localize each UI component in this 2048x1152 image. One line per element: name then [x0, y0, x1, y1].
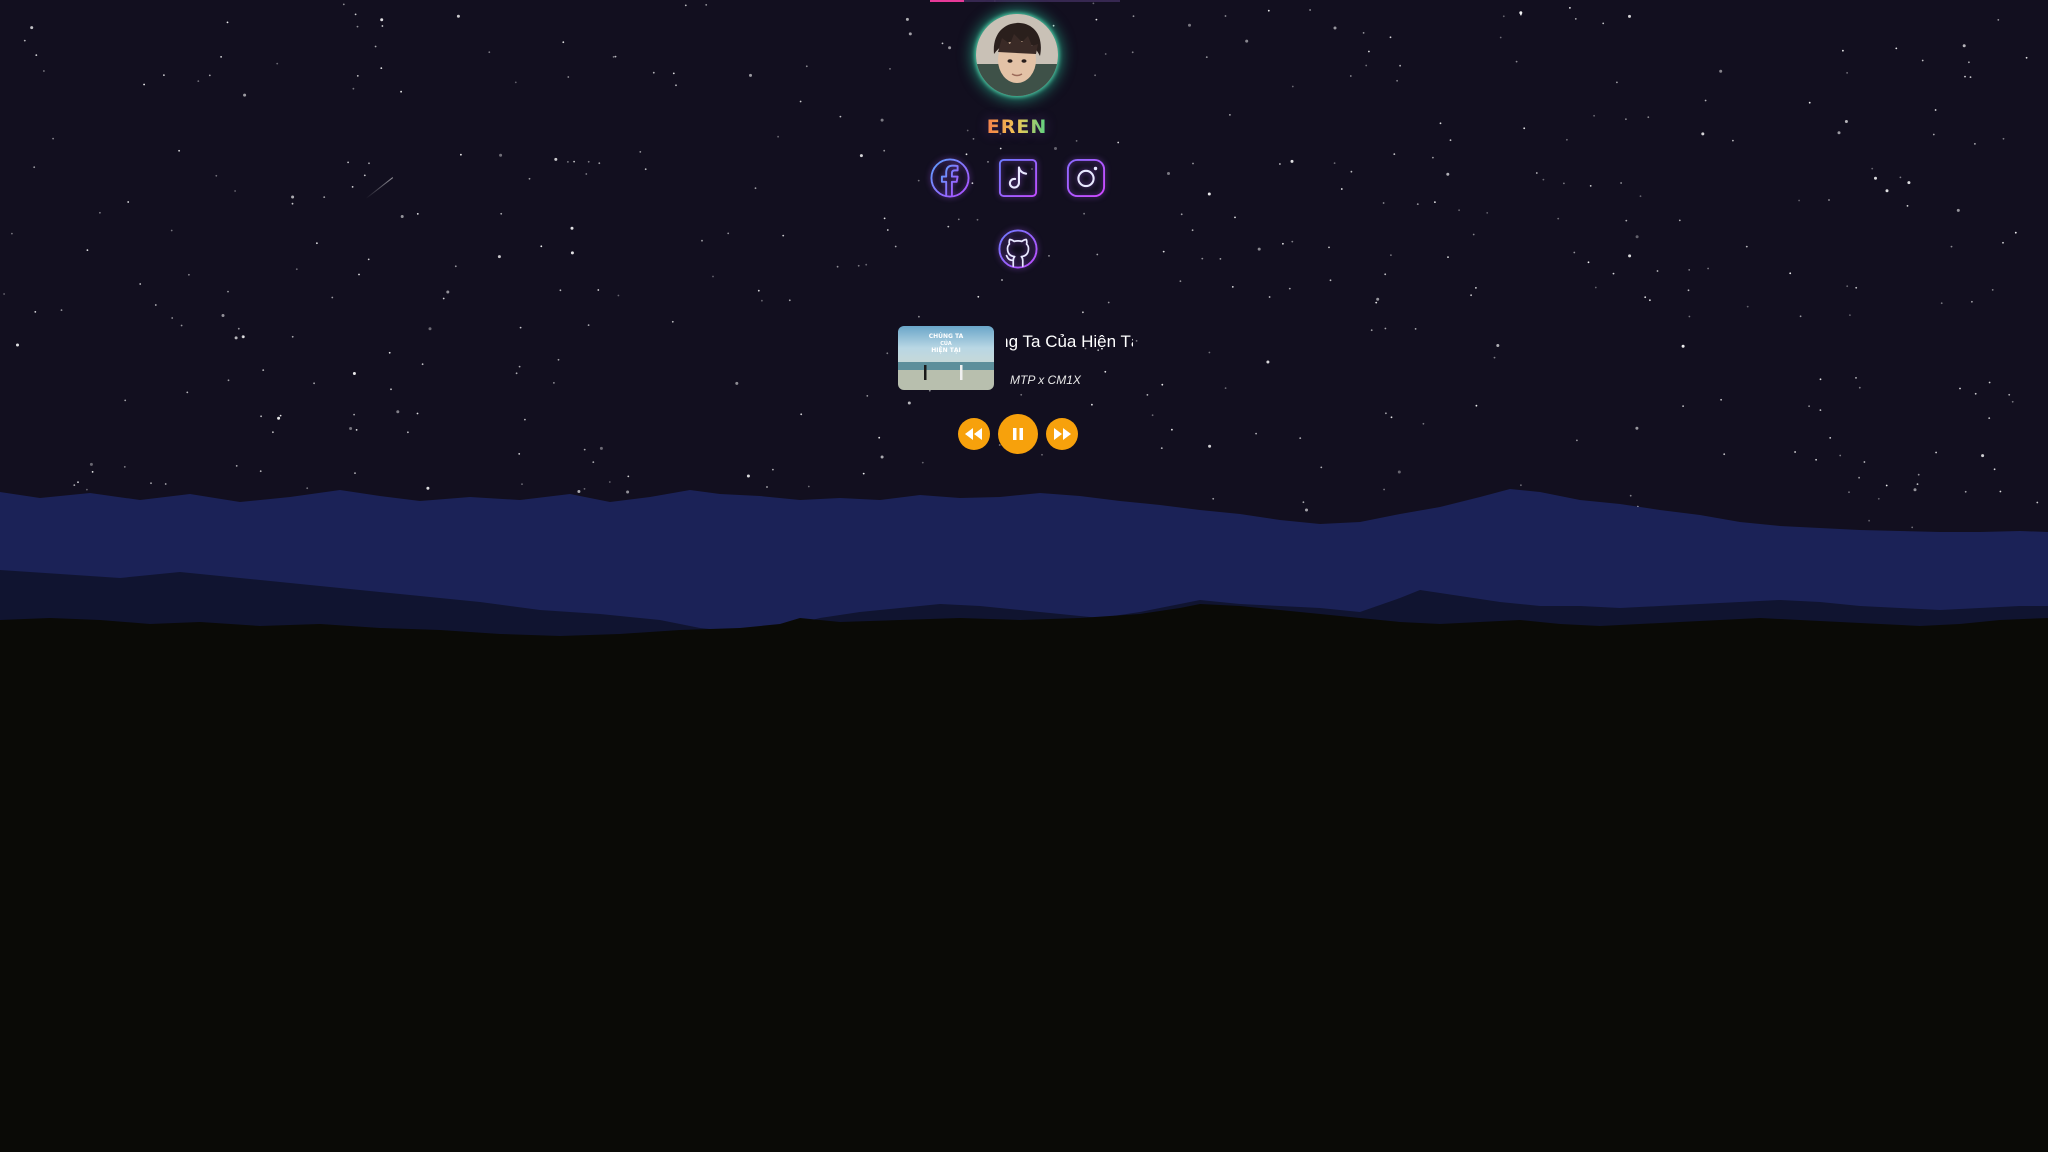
facebook-link[interactable]	[930, 158, 970, 198]
instagram-link[interactable]	[1066, 158, 1106, 198]
cover-text-line1: CHÚNG TA	[929, 333, 964, 340]
album-cover-art: CHÚNG TA CỦA HIỆN TẠI	[898, 326, 994, 390]
starry-night-background: EREN CHÚNG TA CỦA HIỆN TẠI g Ta Của Hiện…	[0, 0, 2048, 1152]
album-cover[interactable]: CHÚNG TA CỦA HIỆN TẠI	[898, 326, 994, 390]
instagram-icon	[1066, 158, 1106, 198]
profile-name: EREN	[960, 116, 1074, 138]
tiktok-link[interactable]	[998, 158, 1038, 198]
track-title-marquee: Chúng Ta Của Hiện Tại- lofi Chúng Ta	[1006, 330, 1133, 354]
profile-avatar[interactable]	[976, 14, 1058, 96]
next-button[interactable]	[1046, 418, 1078, 450]
top-progress-accent	[930, 0, 1120, 2]
cover-text-line2: CỦA	[940, 339, 952, 347]
cover-text-line3: HIỆN TẠI	[931, 346, 960, 354]
rewind-icon	[965, 428, 982, 440]
play-pause-button[interactable]	[998, 414, 1038, 454]
github-link[interactable]	[998, 229, 1038, 269]
github-icon	[998, 229, 1038, 269]
facebook-icon	[930, 158, 970, 198]
pause-icon	[1013, 428, 1023, 440]
avatar-photo	[976, 14, 1058, 96]
track-title: Chúng Ta Của Hiện Tại- lofi Chúng Ta	[1006, 332, 1133, 351]
foreground-ground	[0, 604, 2048, 1152]
track-artist: MTP x CM1X	[1010, 373, 1081, 387]
previous-button[interactable]	[958, 418, 990, 450]
fast-forward-icon	[1054, 428, 1071, 440]
tiktok-icon	[998, 158, 1038, 198]
